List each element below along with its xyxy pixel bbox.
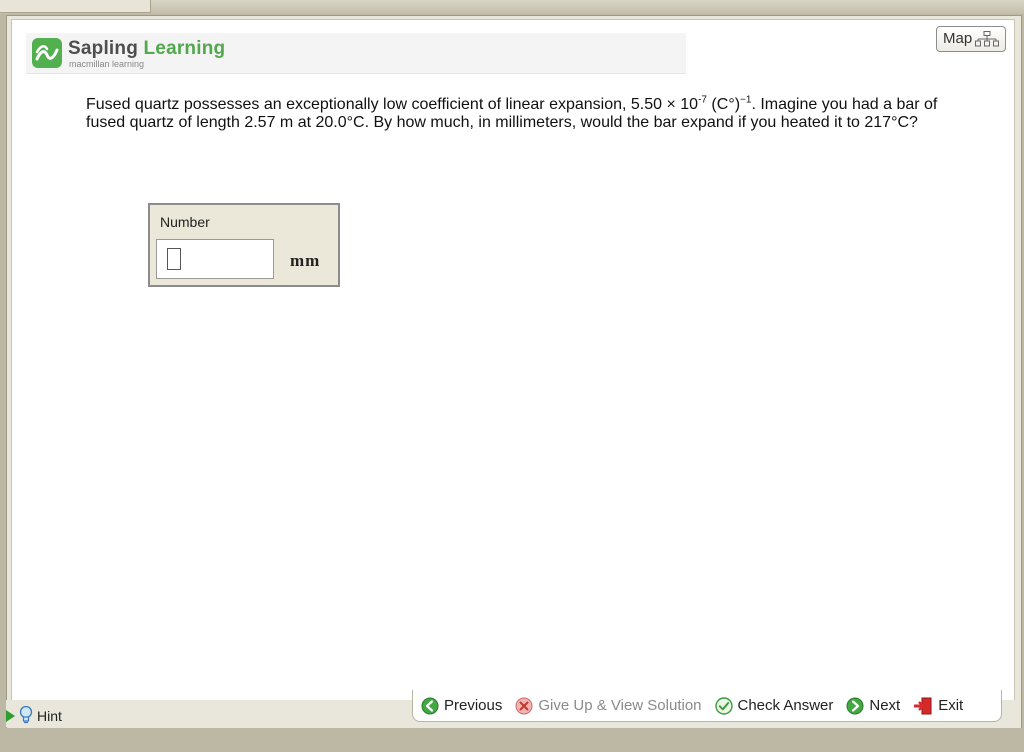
hint-button[interactable]: Hint bbox=[6, 705, 62, 727]
answer-label: Number bbox=[160, 214, 210, 230]
answer-unit: mm bbox=[290, 251, 321, 270]
next-button[interactable]: Next bbox=[846, 697, 900, 715]
question-panel: Sapling Learning macmillan learning Map bbox=[11, 19, 1015, 701]
previous-button[interactable]: Previous bbox=[421, 697, 502, 715]
map-button-label: Map bbox=[943, 30, 973, 47]
top-strip bbox=[0, 0, 1024, 14]
check-answer-button[interactable]: Check Answer bbox=[714, 696, 834, 715]
previous-label: Previous bbox=[444, 697, 503, 714]
navigation-bar: Previous Give Up & View Solution Check A… bbox=[412, 690, 1002, 722]
window-background: Sapling Learning macmillan learning Map bbox=[0, 0, 1024, 752]
exit-door-icon bbox=[914, 697, 932, 714]
exit-label: Exit bbox=[938, 697, 964, 714]
brand-name-part2: Learning bbox=[143, 38, 226, 59]
brand-name: Sapling Learning bbox=[68, 38, 225, 60]
sapling-logo-icon bbox=[32, 38, 62, 68]
answer-container: Number mm bbox=[148, 203, 340, 287]
window-bottom-edge bbox=[0, 728, 1024, 752]
hint-label: Hint bbox=[37, 708, 62, 724]
answer-input[interactable] bbox=[156, 239, 274, 279]
map-button[interactable]: Map bbox=[936, 26, 1006, 52]
give-up-button[interactable]: Give Up & View Solution bbox=[515, 697, 702, 715]
next-arrow-icon bbox=[846, 697, 864, 714]
answer-value bbox=[167, 248, 181, 270]
check-icon bbox=[714, 696, 733, 715]
question-part1: Fused quartz possesses an exceptionally … bbox=[86, 96, 699, 113]
give-up-x-icon bbox=[515, 697, 533, 714]
check-answer-label: Check Answer bbox=[737, 697, 834, 714]
lightbulb-icon bbox=[19, 705, 33, 727]
question-part2: (C°) bbox=[706, 96, 741, 113]
brand-name-part1: Sapling bbox=[68, 38, 139, 59]
previous-arrow-icon bbox=[421, 697, 439, 714]
browser-tab[interactable] bbox=[0, 0, 151, 13]
exit-button[interactable]: Exit bbox=[913, 697, 963, 715]
brand-header: Sapling Learning macmillan learning bbox=[26, 33, 686, 74]
exponent-2: −1 bbox=[740, 94, 752, 106]
next-label: Next bbox=[869, 697, 901, 714]
brand-subtitle: macmillan learning bbox=[69, 59, 145, 69]
question-text: Fused quartz possesses an exceptionally … bbox=[86, 94, 956, 132]
expand-arrow-icon bbox=[6, 710, 15, 722]
sitemap-icon bbox=[975, 31, 999, 51]
give-up-label: Give Up & View Solution bbox=[538, 697, 702, 714]
exponent-1: -7 bbox=[698, 94, 707, 106]
